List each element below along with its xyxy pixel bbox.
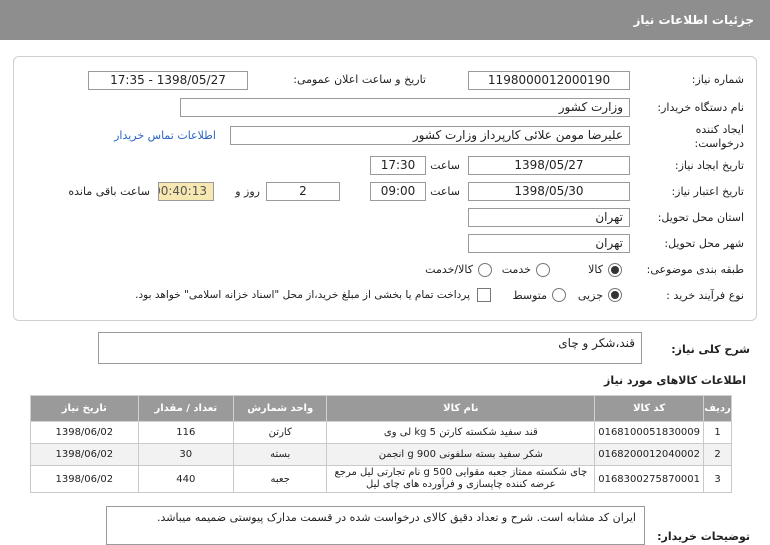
treasury-checkbox[interactable] [477, 288, 491, 302]
items-table: ردیف کد کالا نام کالا واحد شمارش تعداد /… [30, 395, 732, 493]
cell-unit: کارتن [232, 421, 328, 444]
creator-field: علیرضا مومن علائی کارپرداز وزارت کشور [230, 126, 630, 145]
announce-field: 1398/05/27 - 17:35 [88, 71, 248, 90]
description-field: ایران کد مشابه است. شرح و تعداد دقیق کال… [106, 506, 645, 545]
creator-label-1: ایجاد کننده [695, 123, 744, 136]
payment-note: پرداخت تمام یا بخشی از مبلغ خرید،از محل … [135, 289, 470, 301]
remaining-label: ساعت باقی مانده [68, 185, 150, 198]
cell-code: 0168300275870001 [594, 465, 705, 493]
city-label: شهر محل تحویل: [664, 237, 744, 250]
valid-time-label: ساعت [430, 185, 460, 198]
col-code: کد کالا [594, 395, 705, 422]
process-label: نوع فرآیند خرید : [666, 289, 744, 302]
need-info-panel: شماره نیاز: 1198000012000190 تاریخ و ساع… [13, 56, 757, 321]
valid-date-label: تاریخ اعتبار نیاز: [671, 185, 744, 198]
cell-unit: جعبه [232, 465, 328, 493]
category-option-goods: کالا [588, 263, 603, 276]
city-field: تهران [468, 234, 630, 253]
cell-name: قند سفید شکسته کارتن 5 kg لی وی [326, 421, 596, 444]
cell-quantity: 440 [137, 465, 234, 493]
need-number-field: 1198000012000190 [468, 71, 630, 90]
page-title: جزئیات اطلاعات نیاز [633, 13, 754, 27]
cell-row: 1 [703, 421, 732, 444]
buyer-org-label: نام دستگاه خریدار: [657, 101, 744, 114]
category-radio-service[interactable] [536, 263, 550, 277]
category-option-service: خدمت [501, 263, 531, 276]
buyer-contact-link[interactable]: اطلاعات تماس خریدار [114, 129, 216, 142]
category-label: طبقه بندی موضوعی: [646, 263, 744, 276]
cell-date: 1398/06/02 [30, 421, 139, 444]
category-option-goods-service: کالا/خدمت [425, 263, 473, 276]
buyer-org-field: وزارت کشور [180, 98, 630, 117]
cell-row: 2 [703, 443, 732, 466]
cell-code: 0168100051830009 [594, 421, 705, 444]
col-name: نام کالا [326, 395, 596, 422]
cell-code: 0168200012040002 [594, 443, 705, 466]
items-section-title: اطلاعات کالاهای مورد نیاز [604, 374, 746, 387]
created-date-field: 1398/05/27 [468, 156, 630, 175]
col-date: تاریخ نیاز [30, 395, 139, 422]
days-field: 2 [266, 182, 340, 201]
created-time-label: ساعت [430, 159, 460, 172]
cell-date: 1398/06/02 [30, 443, 139, 466]
days-label: روز و [235, 185, 260, 198]
remaining-time-field: 00:40:13 [158, 182, 214, 201]
cell-name: چای شکسته ممتاز جعبه مقوایی 500 g نام تج… [326, 465, 596, 493]
province-label: استان محل تحویل: [657, 211, 744, 224]
created-time-field: 17:30 [370, 156, 426, 175]
process-radio-medium[interactable] [552, 288, 566, 302]
items-table-header: ردیف کد کالا نام کالا واحد شمارش تعداد /… [30, 395, 732, 422]
table-row: 2 0168200012040002 شکر سفید بسته سلفونی … [30, 443, 732, 466]
summary-field: قند،شکر و چای [98, 332, 642, 364]
cell-quantity: 30 [137, 443, 234, 466]
cell-row: 3 [703, 465, 732, 493]
table-row: 1 0168100051830009 قند سفید شکسته کارتن … [30, 421, 732, 444]
category-radio-goods-service[interactable] [478, 263, 492, 277]
col-unit: واحد شمارش [232, 395, 328, 422]
summary-label: شرح کلی نیاز: [671, 343, 750, 356]
col-row: ردیف [703, 395, 732, 422]
cell-name: شکر سفید بسته سلفونی 900 g انجمن [326, 443, 596, 466]
created-date-label: تاریخ ایجاد نیاز: [674, 159, 744, 172]
need-number-label: شماره نیاز: [691, 73, 744, 86]
valid-date-field: 1398/05/30 [468, 182, 630, 201]
valid-time-field: 09:00 [370, 182, 426, 201]
process-option-minor: جزیی [577, 289, 603, 302]
description-label: توضیحات خریدار: [657, 530, 750, 543]
process-radio-minor[interactable] [608, 288, 622, 302]
col-quantity: تعداد / مقدار [137, 395, 234, 422]
process-option-medium: متوسط [512, 289, 547, 302]
creator-label-2: درخواست: [694, 137, 744, 150]
category-radio-goods[interactable] [608, 263, 622, 277]
province-field: تهران [468, 208, 630, 227]
page-header: جزئیات اطلاعات نیاز [0, 0, 770, 40]
cell-quantity: 116 [137, 421, 234, 444]
announce-label: تاریخ و ساعت اعلان عمومی: [293, 73, 426, 86]
cell-date: 1398/06/02 [30, 465, 139, 493]
cell-unit: بسته [232, 443, 328, 466]
table-row: 3 0168300275870001 چای شکسته ممتاز جعبه … [30, 465, 732, 493]
